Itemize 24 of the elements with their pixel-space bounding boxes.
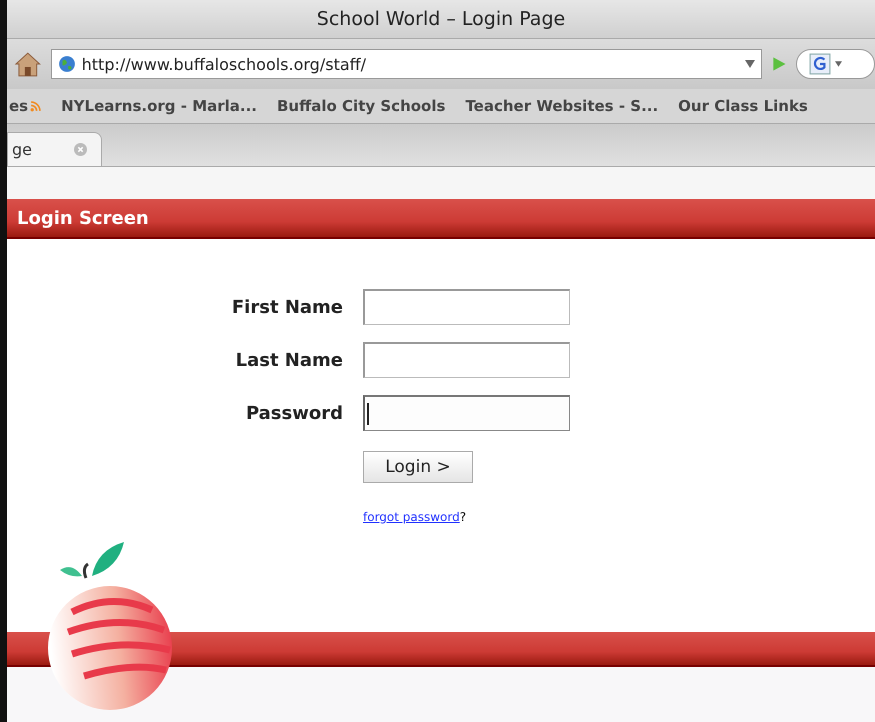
bookmark-item[interactable]: Teacher Websites - S... <box>465 97 658 115</box>
address-bar[interactable]: http://www.buffaloschools.org/staff/ <box>50 49 762 79</box>
forgot-password-link[interactable]: forgot password <box>363 510 460 524</box>
page-heading: Login Screen <box>17 208 149 228</box>
field-label: Password <box>246 402 343 424</box>
question-mark: ? <box>460 510 466 524</box>
dropdown-icon[interactable] <box>834 61 842 67</box>
bookmark-item[interactable]: Our Class Links <box>678 97 808 115</box>
input-field[interactable] <box>363 342 570 378</box>
field-label: First Name <box>232 296 343 318</box>
bookmark-item[interactable]: es <box>9 97 28 115</box>
search-field[interactable] <box>796 49 875 79</box>
url-text: http://www.buffaloschools.org/staff/ <box>82 54 368 74</box>
login-button[interactable]: Login > <box>363 451 473 483</box>
input-field[interactable] <box>363 395 570 431</box>
bookmark-item[interactable]: Buffalo City Schools <box>277 97 446 115</box>
dropdown-icon[interactable] <box>744 60 755 68</box>
bookmark-item[interactable]: NYLearns.org - Marla... <box>61 97 257 115</box>
google-icon <box>808 53 831 75</box>
globe-icon <box>58 55 76 73</box>
field-label: Last Name <box>236 350 343 370</box>
window-title: School World – Login Page <box>316 8 566 30</box>
browser-tab[interactable]: ge <box>7 132 102 166</box>
input-field[interactable] <box>363 289 570 325</box>
